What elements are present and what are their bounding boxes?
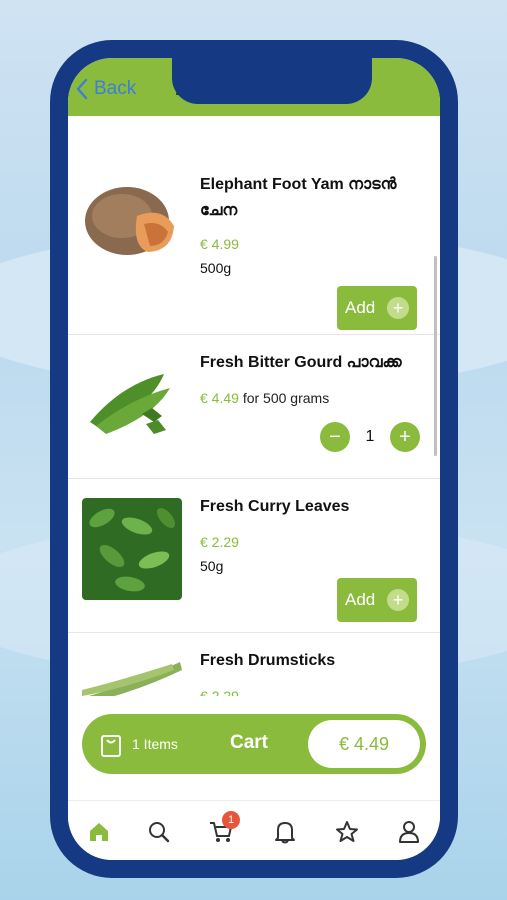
cart-badge: 1: [222, 811, 240, 829]
add-label: Add: [345, 298, 376, 317]
increment-button[interactable]: +: [390, 422, 420, 452]
price-value: € 4.99: [200, 236, 239, 252]
shopping-bag-icon: [101, 735, 121, 757]
quantity-stepper[interactable]: − 1 +: [320, 422, 420, 452]
product-name[interactable]: Fresh Curry Leaves: [200, 494, 410, 520]
search-icon: [149, 822, 170, 843]
price-value: € 2.29: [200, 534, 239, 550]
product-price: € 4.99: [200, 236, 239, 252]
tab-notifications[interactable]: [270, 817, 300, 847]
product-item[interactable]: Fresh Bitter Gourd പാവക്ക € 4.49 for 500…: [68, 334, 440, 479]
plus-icon: +: [387, 589, 409, 611]
tab-profile[interactable]: [394, 817, 424, 847]
tab-favorites[interactable]: [332, 817, 362, 847]
product-item[interactable]: Fresh Drumsticks € 2.29: [68, 632, 440, 696]
tab-cart[interactable]: 1: [206, 811, 240, 847]
price-value: € 2.29: [200, 688, 239, 696]
product-item[interactable]: Fresh Curry Leaves € 2.29 50g Add +: [68, 478, 440, 633]
stepper-value: 1: [365, 428, 375, 445]
plus-icon: +: [387, 297, 409, 319]
cart-label: Cart: [230, 732, 269, 753]
price-value: € 4.49: [200, 390, 239, 406]
tab-search[interactable]: [144, 817, 174, 847]
notch: [172, 58, 372, 104]
add-button[interactable]: Add +: [337, 286, 417, 330]
tab-bar: 1: [68, 800, 440, 860]
product-quantity: 500g: [200, 260, 232, 276]
product-price: € 4.49 for 500 grams: [200, 390, 329, 406]
add-button[interactable]: Add +: [337, 578, 417, 622]
add-label: Add: [345, 590, 376, 609]
cart-total: € 4.49: [308, 720, 420, 768]
product-quantity: 50g: [200, 558, 224, 574]
product-name[interactable]: Fresh Bitter Gourd പാവക്ക: [200, 350, 410, 376]
home-icon: [90, 823, 108, 841]
user-icon: [399, 821, 419, 843]
product-name[interactable]: Elephant Foot Yam നാടൻ ചേന: [200, 172, 410, 224]
scrollbar[interactable]: [434, 256, 437, 456]
product-name[interactable]: Fresh Drumsticks: [200, 648, 410, 674]
screen: Back Fruits & Vegetables Elephant Foot Y…: [68, 58, 440, 860]
elephant-foot-yam-image: [85, 187, 174, 255]
product-item[interactable]: Elephant Foot Yam നാടൻ ചേന € 4.99 500g A…: [68, 156, 440, 335]
cart-bar[interactable]: 1 Items Cart € 4.49: [82, 714, 426, 774]
tab-home[interactable]: [84, 817, 114, 847]
product-price: € 2.29: [200, 534, 239, 550]
price-unit: for 500 grams: [242, 390, 330, 406]
bitter-gourd-image: [90, 374, 170, 434]
star-icon: [336, 821, 358, 842]
bell-icon: [275, 822, 295, 844]
decrement-button[interactable]: −: [320, 422, 350, 452]
phone-frame: Back Fruits & Vegetables Elephant Foot Y…: [50, 40, 458, 878]
cart-item-count: 1 Items: [132, 736, 178, 752]
product-price: € 2.29: [200, 688, 239, 696]
curry-leaves-image: [82, 498, 182, 600]
product-list[interactable]: Elephant Foot Yam നാടൻ ചേന € 4.99 500g A…: [68, 116, 440, 696]
drumsticks-image: [82, 662, 182, 696]
